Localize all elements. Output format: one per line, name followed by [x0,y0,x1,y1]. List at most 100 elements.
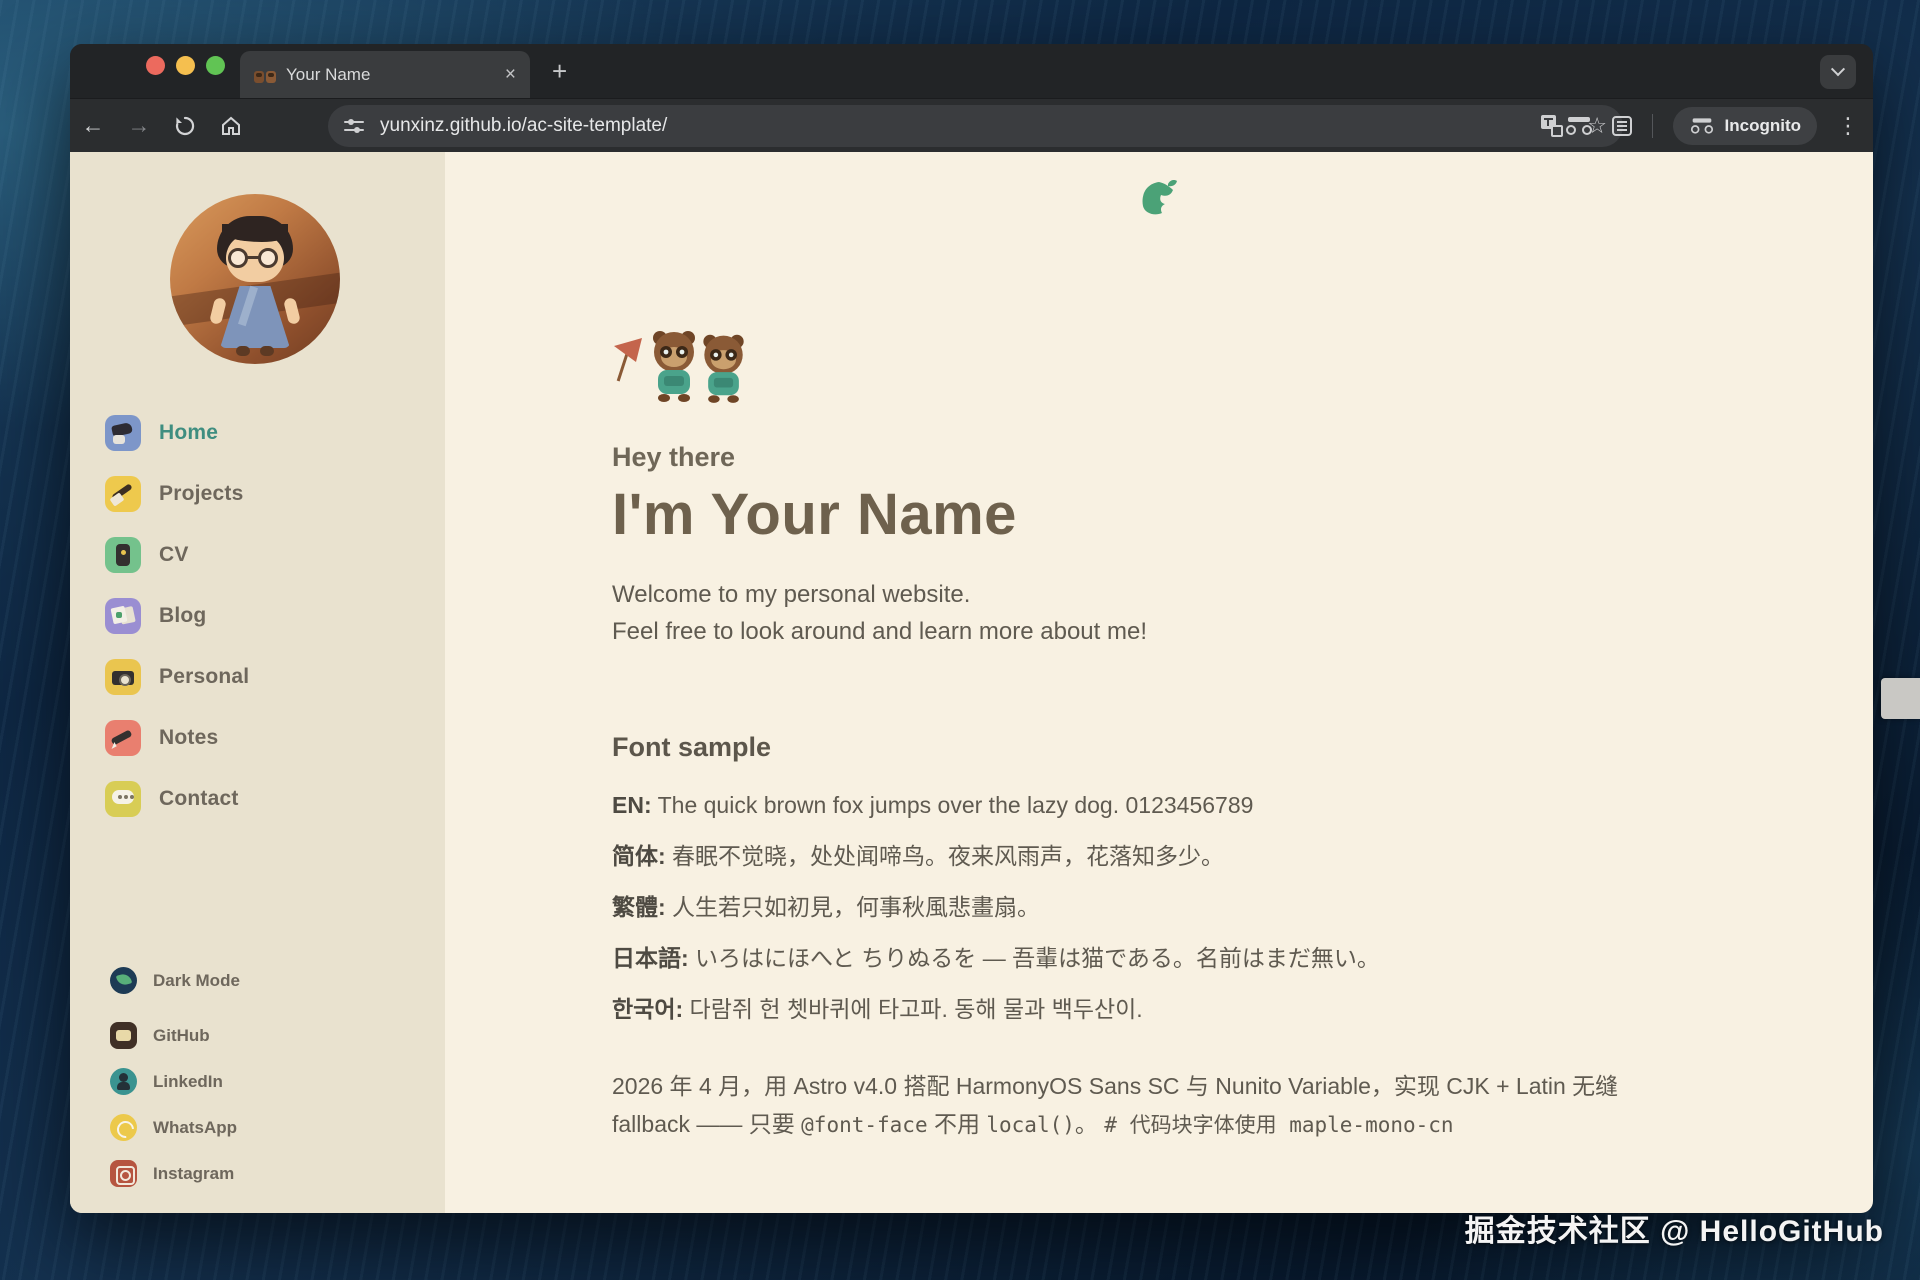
footnote-code: @font-face [801,1113,928,1137]
close-window-button[interactable] [146,56,165,75]
minimize-window-button[interactable] [176,56,195,75]
tab-close-icon[interactable]: × [505,64,516,86]
photos-icon [105,598,141,634]
sample-text: The quick brown fox jumps over the lazy … [651,792,1254,818]
whatsapp-icon [110,1114,137,1141]
sidebar-item-projects[interactable]: Projects [105,476,249,512]
reload-button[interactable] [162,115,208,137]
timmy-tommy-favicon-icon [254,67,276,83]
browser-tab[interactable]: Your Name × [240,51,530,98]
footnote-part: 不用 [927,1111,987,1137]
linkedin-link[interactable]: LinkedIn [110,1068,240,1095]
sample-line-korean: 한국어: 다람쥐 헌 쳇바퀴에 타고파. 동해 물과 백두산이. [612,997,1652,1021]
welcome-text: Welcome to my personal website. Feel fre… [612,576,1652,650]
incognito-extension-icon[interactable] [1565,117,1592,135]
nav-label: Home [159,421,219,444]
sample-label: 한국어: [612,996,684,1022]
background-window-peek [1881,678,1920,719]
footnote-code: # 代码块字体使用 maple-mono-cn [1104,1113,1454,1137]
footer-label: WhatsApp [153,1117,238,1137]
sample-label: 日本語: [612,945,689,971]
sidebar-item-cv[interactable]: CV [105,537,249,573]
sample-line-simplified: 简体: 春眠不觉晓，处处闻啼鸟。夜来风雨声，花落知多少。 [612,844,1652,868]
toolbar-divider [1651,114,1653,138]
browser-toolbar: ← → yunxinz.github.io/ac-site-template/ … [70,98,1873,152]
sample-text: 다람쥐 헌 쳇바퀴에 타고파. 동해 물과 백두산이. [683,996,1143,1022]
back-button[interactable]: ← [70,112,116,139]
welcome-line: Feel free to look around and learn more … [612,618,1147,645]
pen-icon [105,720,141,756]
sample-line-traditional: 繁體: 人生若只如初見，何事秋風悲畫扇。 [612,895,1652,919]
tab-strip: Your Name × + [70,44,1873,98]
new-tab-button[interactable]: + [552,58,567,84]
footnote-code: local() [986,1113,1075,1137]
nav-label: Notes [159,726,219,749]
font-sample-heading: Font sample [612,732,772,762]
address-bar[interactable]: yunxinz.github.io/ac-site-template/ ☆ [328,105,1623,147]
incognito-label: Incognito [1724,116,1801,135]
sidebar-item-home[interactable]: Home [105,415,249,451]
sidebar-item-notes[interactable]: Notes [105,720,249,756]
reading-list-icon[interactable] [1611,116,1632,136]
sidebar-item-blog[interactable]: Blog [105,598,249,634]
sample-label: 繁體: [612,894,666,920]
sample-text: 人生若只如初見，何事秋風悲畫扇。 [665,894,1041,920]
maximize-window-button[interactable] [206,56,225,75]
nav-label: Personal [159,665,250,688]
sample-label: EN: [612,792,652,818]
home-icon [105,415,141,451]
speech-bubble-icon [105,781,141,817]
sample-line-japanese: 日本語: いろはにほへと ちりぬるを — 吾輩は猫である。名前はまだ無い。 [612,946,1652,970]
font-sample-list: EN: The quick brown fox jumps over the l… [612,793,1652,1021]
sidebar-footer: Dark Mode GitHub LinkedIn WhatsApp Insta… [110,967,240,1187]
sidebar: Home Projects CV Blog Personal Notes Con… [70,152,445,1213]
forward-button[interactable]: → [116,112,162,139]
page-content: Home Projects CV Blog Personal Notes Con… [70,152,1873,1213]
camera-icon [105,659,141,695]
footnote-part: 。 [1074,1111,1105,1137]
sidebar-item-personal[interactable]: Personal [105,659,249,695]
tab-search-button[interactable] [1820,55,1856,89]
browser-menu-button[interactable]: ⋮ [1837,113,1859,139]
sample-text: いろはにほへと ちりぬるを — 吾輩は猫である。名前はまだ無い。 [688,945,1380,971]
main-content: Hey there I'm Your Name Welcome to my pe… [445,152,1873,1213]
welcome-line: Welcome to my personal website. [612,581,971,608]
watermark-text: 掘金技术社区 @ HelloGitHub [1464,1215,1884,1248]
footer-label: LinkedIn [153,1071,223,1091]
linkedin-icon [110,1068,137,1095]
github-icon [110,1022,137,1049]
browser-window: Your Name × + ← → yunxinz.github.io/ac-s… [70,44,1873,1213]
sidebar-item-contact[interactable]: Contact [105,781,249,817]
instagram-icon [110,1160,137,1187]
footer-label: GitHub [153,1025,210,1045]
leaf-moon-icon [110,967,137,994]
nav-label: Contact [159,787,239,810]
github-link[interactable]: GitHub [110,1022,240,1049]
site-settings-icon[interactable] [344,119,364,133]
toolbar-right: Incognito ⋮ [1565,99,1859,153]
tab-title: Your Name [286,64,371,84]
incognito-badge: Incognito [1672,107,1817,145]
tools-icon [105,476,141,512]
footer-label: Dark Mode [153,970,240,990]
greeting-text: Hey there [612,442,736,472]
nav-label: Projects [159,482,244,505]
home-button[interactable] [208,115,254,137]
dark-mode-toggle[interactable]: Dark Mode [110,967,240,994]
footer-label: Instagram [153,1163,235,1183]
whatsapp-link[interactable]: WhatsApp [110,1114,240,1141]
sample-line-en: EN: The quick brown fox jumps over the l… [612,793,1652,817]
nav-label: Blog [159,604,207,627]
sample-label: 简体: [612,843,666,869]
sidebar-nav: Home Projects CV Blog Personal Notes Con… [105,415,249,817]
url-text[interactable]: yunxinz.github.io/ac-site-template/ [380,115,1541,137]
traffic-lights [146,56,225,75]
avatar[interactable] [170,194,340,364]
hero-column: Hey there I'm Your Name Welcome to my pe… [612,152,1652,1144]
nav-label: CV [159,543,189,566]
cv-card-icon [105,537,141,573]
chevron-down-icon [1830,62,1846,77]
timmy-tommy-image [612,324,1652,406]
translate-icon[interactable] [1541,115,1564,137]
instagram-link[interactable]: Instagram [110,1160,240,1187]
